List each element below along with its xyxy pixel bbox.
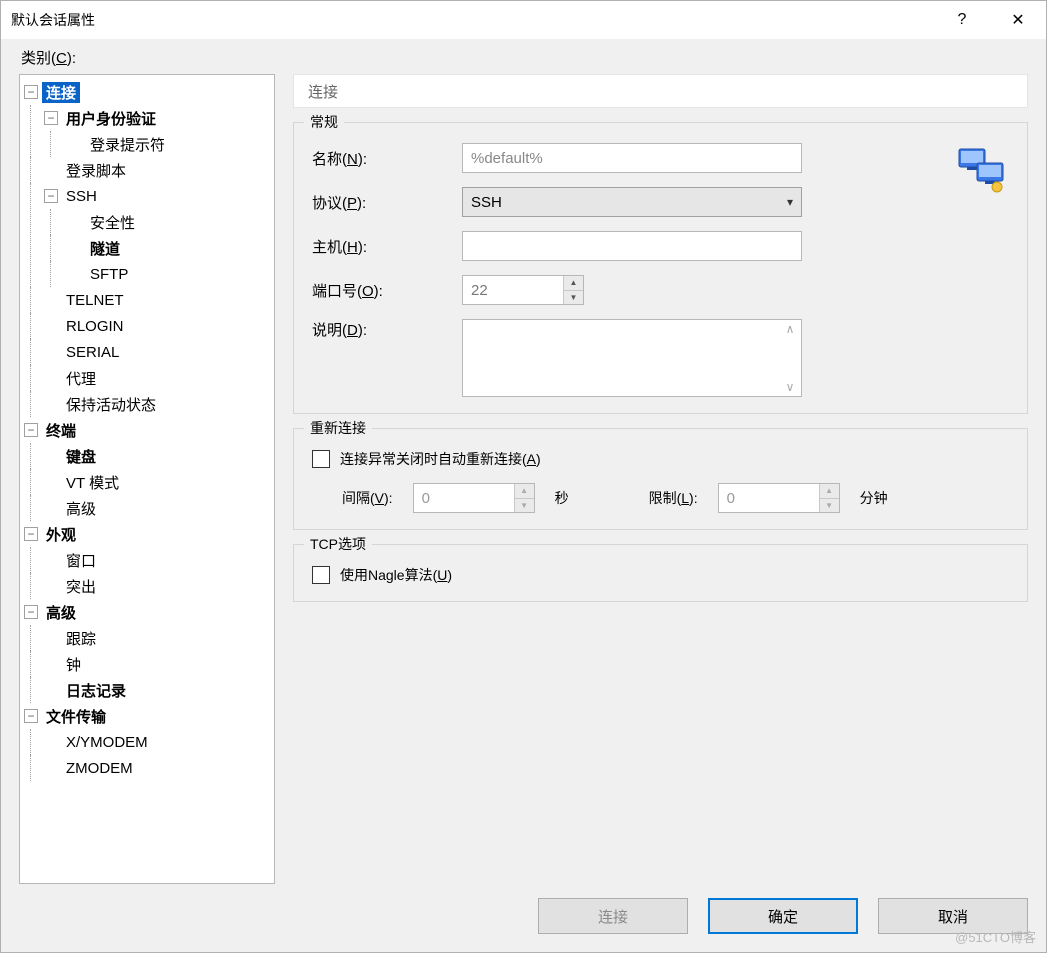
page-title: 连接 [293,74,1028,108]
tree-item-telnet[interactable]: TELNET [62,292,128,309]
spin-down-icon[interactable]: ▼ [820,499,839,513]
tree-item-logging[interactable]: 日志记录 [62,680,130,701]
general-group: 常规 名称(N): 协议(P): SSH ▾ [293,122,1028,414]
tree-item-keepalive[interactable]: 保持活动状态 [62,394,160,415]
tree-toggle-icon[interactable]: − [24,605,38,619]
window-title: 默认会话属性 [11,10,934,30]
port-stepper[interactable]: ▲ ▼ [462,275,584,305]
help-button[interactable]: ? [934,1,990,39]
tree-item-connection[interactable]: 连接 [42,82,80,103]
limit-unit: 分钟 [860,488,888,508]
tree-item-window[interactable]: 窗口 [62,550,100,571]
tree-item-login-prompt[interactable]: 登录提示符 [86,134,169,155]
description-field[interactable]: ∧ ∨ [462,319,802,397]
interval-value[interactable] [414,484,514,512]
interval-unit: 秒 [555,488,569,508]
name-field[interactable] [462,143,802,173]
tree-item-sftp[interactable]: SFTP [86,266,132,283]
host-label: 主机(H): [312,236,462,257]
protocol-value: SSH [471,194,502,211]
spin-up-icon[interactable]: ▲ [820,484,839,499]
ok-button[interactable]: 确定 [708,898,858,934]
tree-item-appearance[interactable]: 外观 [42,524,80,545]
cancel-button[interactable]: 取消 [878,898,1028,934]
chevron-down-icon: ▾ [787,195,793,209]
protocol-label: 协议(P): [312,192,462,213]
spin-up-icon[interactable]: ▲ [515,484,534,499]
port-value[interactable] [463,276,563,304]
scroll-up-icon[interactable]: ∧ [781,322,799,336]
tree-item-proxy[interactable]: 代理 [62,368,100,389]
description-label: 说明(D): [312,319,462,340]
main-row: − 连接 − 用户身份验证 登录提示符 [19,74,1028,884]
tree-toggle-icon[interactable]: − [44,111,58,125]
tree-item-zmodem[interactable]: ZMODEM [62,760,137,777]
reconnect-group: 重新连接 连接异常关闭时自动重新连接(A) 间隔(V): ▲ ▼ [293,428,1028,530]
tree-toggle-icon[interactable]: − [44,189,58,203]
spin-up-icon[interactable]: ▲ [564,276,583,291]
tree-item-login-script[interactable]: 登录脚本 [62,160,130,181]
tree-item-tunnel[interactable]: 隧道 [86,238,124,259]
port-label: 端口号(O): [312,280,462,301]
tree-item-bell[interactable]: 钟 [62,654,85,675]
auto-reconnect-label: 连接异常关闭时自动重新连接(A) [340,449,541,469]
dialog-button-row: 连接 确定 取消 [19,884,1028,934]
tree-item-keyboard[interactable]: 键盘 [62,446,100,467]
tree-item-vt-mode[interactable]: VT 模式 [62,472,123,493]
tree-item-security[interactable]: 安全性 [86,212,139,233]
tree-toggle-icon[interactable]: − [24,85,38,99]
tree-item-trace[interactable]: 跟踪 [62,628,100,649]
name-label: 名称(N): [312,148,462,169]
tree-item-ssh[interactable]: SSH [62,188,101,205]
tree-toggle-icon[interactable]: − [24,709,38,723]
session-properties-dialog: 默认会话属性 ? ✕ 类别(C): − 连接 [0,0,1047,953]
interval-label: 间隔(V): [342,488,393,508]
limit-value[interactable] [719,484,819,512]
reconnect-legend: 重新连接 [304,418,372,438]
limit-label: 限制(L): [649,488,698,508]
tree-item-xymodem[interactable]: X/YMODEM [62,734,152,751]
dialog-content: 类别(C): − 连接 − 用户身份验证 [1,39,1046,952]
close-button[interactable]: ✕ [990,1,1046,39]
tree-item-rlogin[interactable]: RLOGIN [62,318,128,335]
tree-item-advanced-term[interactable]: 高级 [62,498,100,519]
interval-stepper[interactable]: ▲ ▼ [413,483,535,513]
spin-down-icon[interactable]: ▼ [564,291,583,305]
tree-item-file-transfer[interactable]: 文件传输 [42,706,110,727]
spin-down-icon[interactable]: ▼ [515,499,534,513]
general-legend: 常规 [304,112,344,132]
tree-item-highlight[interactable]: 突出 [62,576,100,597]
connection-icon [957,143,1009,195]
tcp-group: TCP选项 使用Nagle算法(U) [293,544,1028,602]
protocol-select[interactable]: SSH ▾ [462,187,802,217]
settings-panel: 连接 常规 名称(N): 协议(P): [293,74,1028,884]
tree-toggle-icon[interactable]: − [24,423,38,437]
auto-reconnect-checkbox[interactable] [312,450,330,468]
host-field[interactable] [462,231,802,261]
tree-item-advanced[interactable]: 高级 [42,602,80,623]
limit-stepper[interactable]: ▲ ▼ [718,483,840,513]
scroll-down-icon[interactable]: ∨ [781,380,799,394]
tree-item-terminal[interactable]: 终端 [42,420,80,441]
category-tree[interactable]: − 连接 − 用户身份验证 登录提示符 [19,74,275,884]
tree-item-user-auth[interactable]: 用户身份验证 [62,108,160,129]
tree-item-serial[interactable]: SERIAL [62,344,123,361]
tree-toggle-icon[interactable]: − [24,527,38,541]
nagle-checkbox[interactable] [312,566,330,584]
title-bar: 默认会话属性 ? ✕ [1,1,1046,39]
nagle-label: 使用Nagle算法(U) [340,565,452,585]
tcp-legend: TCP选项 [304,534,372,554]
category-label: 类别(C): [19,47,1028,68]
connect-button[interactable]: 连接 [538,898,688,934]
